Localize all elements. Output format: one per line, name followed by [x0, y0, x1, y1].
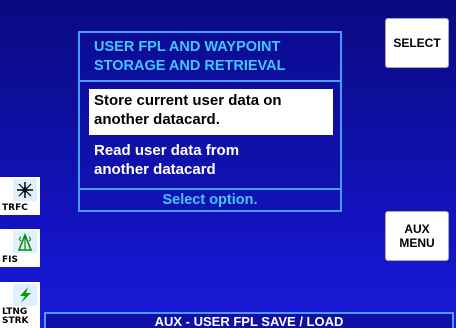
dialog-title: USER FPL AND WAYPOINT STORAGE AND RETRIE…	[80, 33, 340, 82]
sidekey-fis-label: FIS	[2, 255, 18, 265]
aux-screen: USER FPL AND WAYPOINT STORAGE AND RETRIE…	[0, 0, 456, 328]
dialog-title-line1: USER FPL AND WAYPOINT	[94, 38, 281, 55]
select-button[interactable]: SELECT	[385, 18, 449, 68]
sidekey-lightning-label: LTNG STRK	[2, 308, 29, 326]
sidekey-lightning[interactable]: LTNG STRK	[0, 282, 40, 328]
sidekey-traffic[interactable]: TRFC	[0, 177, 40, 215]
option-read-line2: another datacard	[94, 161, 216, 178]
options-list: Store current user data on another datac…	[80, 82, 340, 188]
lightning-icon	[13, 284, 37, 306]
sidekey-traffic-label: TRFC	[2, 203, 28, 213]
sidekey-lightning-label-line2: STRK	[2, 316, 29, 326]
dialog-status: Select option.	[80, 188, 340, 210]
option-read-line1: Read user data from	[94, 142, 240, 159]
aux-menu-button[interactable]: AUX MENU	[385, 211, 449, 261]
option-read-user-data[interactable]: Read user data from another datacard	[89, 139, 333, 185]
aux-menu-label-line1: AUX	[404, 222, 430, 236]
page-title: AUX - USER FPL SAVE / LOAD	[44, 312, 454, 328]
dialog-title-line2: STORAGE AND RETRIEVAL	[94, 57, 286, 74]
weather-tower-icon	[13, 231, 37, 253]
traffic-icon	[13, 179, 37, 201]
aux-menu-label: AUX MENU	[399, 222, 434, 250]
aux-menu-label-line2: MENU	[399, 236, 435, 250]
option-store-line2: another datacard.	[94, 111, 220, 128]
sidekey-fis[interactable]: FIS	[0, 229, 40, 267]
option-store-user-data[interactable]: Store current user data on another datac…	[89, 89, 333, 135]
select-button-label: SELECT	[393, 36, 441, 50]
option-store-line1: Store current user data on	[94, 92, 282, 109]
storage-dialog: USER FPL AND WAYPOINT STORAGE AND RETRIE…	[78, 31, 342, 212]
